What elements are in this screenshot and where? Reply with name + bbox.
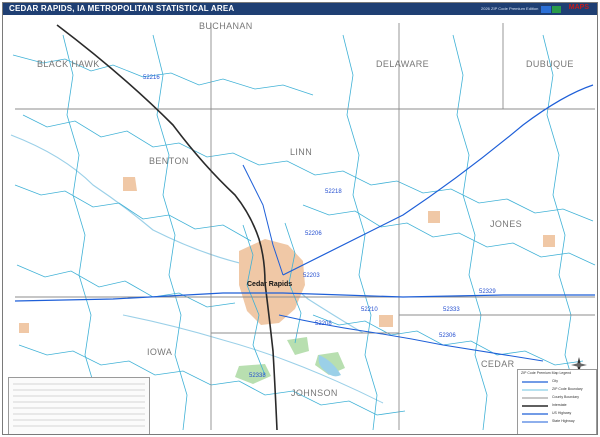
map-edition: 2026 ZIP Code Premium Edition [481, 6, 539, 11]
zip-label: 52329 [479, 289, 496, 295]
legend-label: City [552, 379, 559, 383]
zip-label: 52306 [439, 333, 456, 339]
legend-label: Interstate [552, 403, 567, 407]
zip-label: 52218 [325, 189, 342, 195]
county-label-delaware: DELAWARE [376, 59, 430, 69]
legend-label: State Highway [552, 419, 575, 423]
title-strip: CEDAR RAPIDS, IA METROPOLITAN STATISTICA… [3, 3, 597, 15]
zip-label: 52338 [249, 373, 266, 379]
county-label-jones: JONES [490, 219, 523, 229]
county-label-johnson: JOHNSON [291, 388, 338, 398]
legend-label: US Highway [552, 411, 572, 415]
county-label-buchanan: BUCHANAN [199, 21, 253, 31]
county-label-dubuque: DUBUQUE [526, 59, 574, 69]
zip-label: 52203 [303, 273, 320, 279]
urban-area [19, 323, 29, 333]
zip-index-panel [8, 377, 150, 434]
map-root: CEDAR RAPIDS, IA METROPOLITAN STATISTICA… [0, 0, 600, 437]
urban-area [543, 235, 555, 247]
urban-area [123, 177, 137, 191]
zip-label: 52208 [315, 321, 332, 327]
map-title: CEDAR RAPIDS, IA METROPOLITAN STATISTICA… [9, 4, 235, 13]
legend-label: County Boundary [552, 395, 580, 399]
legend-label: ZIP Code Boundary [552, 387, 583, 391]
zip-label: 52206 [305, 231, 322, 237]
county-label-black-hawk: BLACK HAWK [37, 59, 100, 69]
county-label-benton: BENTON [149, 156, 189, 166]
map-legend: ZIP Code Premium Map Legend City ZIP Cod… [517, 369, 597, 434]
zip-label: 52210 [361, 307, 378, 313]
map-frame: CEDAR RAPIDS, IA METROPOLITAN STATISTICA… [2, 2, 598, 435]
urban-area [428, 211, 440, 223]
zip-label: 52333 [443, 307, 460, 313]
urban-area [379, 315, 393, 327]
county-label-iowa: IOWA [147, 347, 173, 357]
brand-logo: MAPS [535, 4, 591, 15]
county-label-linn: LINN [290, 147, 313, 157]
zip-label: 52216 [143, 75, 160, 81]
city-label-cedar-rapids: Cedar Rapids [247, 281, 293, 288]
county-label-cedar: CEDAR [481, 359, 515, 369]
logo-text: MAPS [568, 4, 589, 11]
